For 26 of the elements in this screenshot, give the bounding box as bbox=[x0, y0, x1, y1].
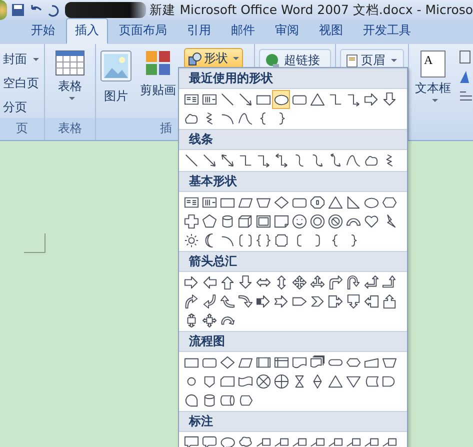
ribbon-tab[interactable]: 插入 bbox=[66, 18, 108, 44]
section-header: 标注 bbox=[179, 411, 407, 432]
ribbon-tab[interactable]: 审阅 bbox=[266, 18, 308, 44]
group-label: 页 bbox=[0, 118, 44, 140]
window-title: 新建 Microsoft Office Word 2007 文档.docx - Microso bbox=[150, 2, 473, 18]
ribbon-tab[interactable]: 开始 bbox=[22, 18, 64, 44]
page-button[interactable]: 空白页 bbox=[0, 73, 42, 94]
section-header: 基本形状 bbox=[179, 171, 407, 192]
ribbon-tab[interactable]: 邮件 bbox=[222, 18, 264, 44]
page-button[interactable]: 封面 bbox=[0, 49, 42, 70]
section-header: 箭头总汇 bbox=[179, 251, 407, 272]
text-box-icon: A bbox=[420, 50, 446, 78]
page-button[interactable]: 分页 bbox=[0, 97, 30, 118]
section-header: 线条 bbox=[179, 129, 407, 150]
ribbon-tab[interactable]: 开发工具 bbox=[354, 18, 420, 44]
ribbon-tab[interactable]: 引用 bbox=[178, 18, 220, 44]
shapes-button[interactable]: 形状 bbox=[184, 48, 243, 69]
picture-button[interactable]: 图片 bbox=[102, 88, 130, 105]
table-button[interactable]: 表格 bbox=[56, 78, 84, 95]
clip-art-button[interactable]: 剪贴画 bbox=[138, 82, 178, 99]
section-header: 流程图 bbox=[179, 331, 407, 352]
text-box-button[interactable]: 文本框 bbox=[413, 80, 453, 97]
group-label: 表格 bbox=[45, 118, 95, 140]
ribbon-tab[interactable]: 页面布局 bbox=[110, 18, 176, 44]
section-header: 最近使用的形状 bbox=[179, 68, 407, 89]
ribbon-tab[interactable]: 视图 bbox=[310, 18, 352, 44]
